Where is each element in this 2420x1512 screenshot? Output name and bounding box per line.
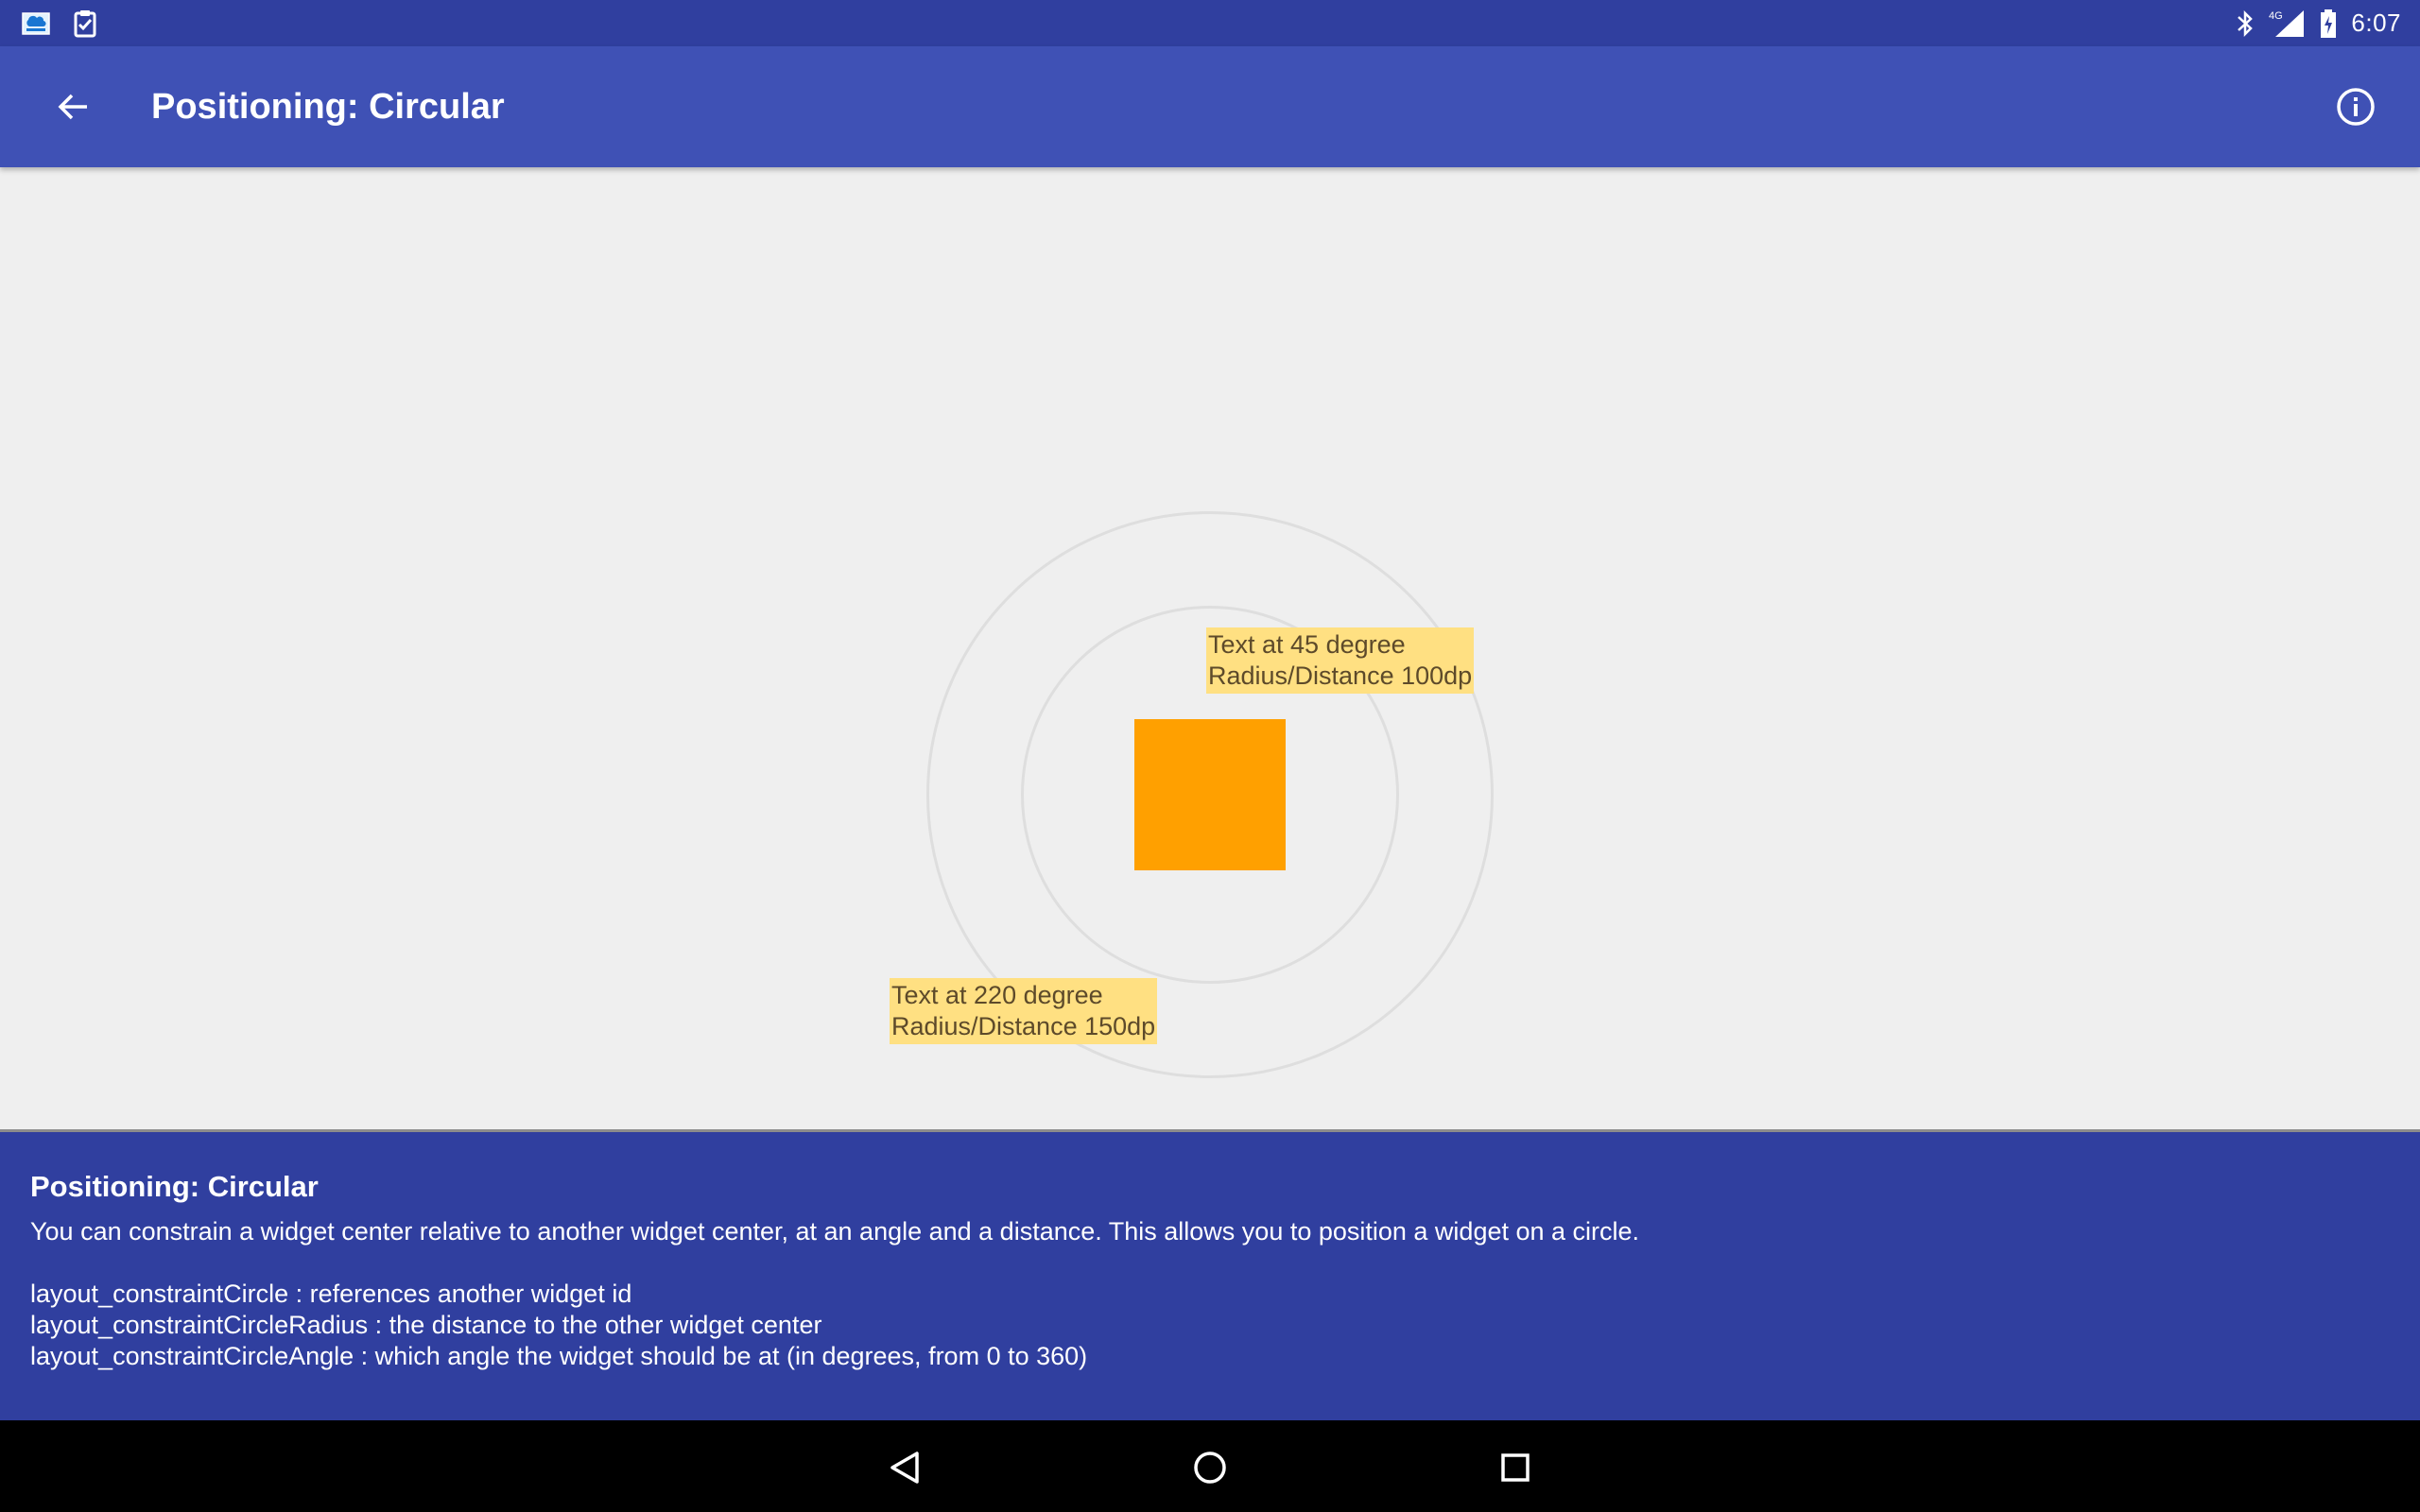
page-title: Positioning: Circular <box>151 87 505 127</box>
label-45-degree: Text at 45 degree Radius/Distance 100dp <box>1206 627 1475 694</box>
center-widget <box>1134 719 1286 870</box>
description-title: Positioning: Circular <box>30 1170 319 1203</box>
clock: 6:07 <box>2351 9 2401 37</box>
app-toolbar: Positioning: Circular <box>0 46 2420 167</box>
label-45-line2: Radius/Distance 100dp <box>1208 662 1473 690</box>
battery-charging-icon <box>2321 9 2337 38</box>
status-bar: 4G 6:07 <box>0 0 2420 46</box>
home-circle-icon <box>1194 1452 1226 1484</box>
bluetooth-icon <box>2238 9 2254 37</box>
system-status: 4G 6:07 <box>2236 0 2401 46</box>
attribute-line: layout_constraintCircle : references ano… <box>30 1280 632 1308</box>
label-45-line1: Text at 45 degree <box>1208 630 1406 659</box>
info-icon <box>2337 88 2375 126</box>
label-220-line2: Radius/Distance 150dp <box>891 1012 1156 1040</box>
label-220-line1: Text at 220 degree <box>891 981 1103 1009</box>
back-triangle-icon <box>890 1452 919 1484</box>
recents-square-icon <box>1501 1453 1530 1482</box>
demo-area: Text at 45 degree Radius/Distance 100dp … <box>0 167 2420 1129</box>
attribute-line: layout_constraintCircleRadius : the dist… <box>30 1311 822 1339</box>
navigation-bar <box>0 1420 2420 1512</box>
description-text: You can constrain a widget center relati… <box>30 1217 1640 1246</box>
arrow-left-icon <box>58 94 87 120</box>
clipboard-check-icon <box>74 10 96 38</box>
nav-recents-button[interactable] <box>1478 1430 1553 1505</box>
nav-home-button[interactable] <box>1172 1430 1248 1505</box>
app-store-icon <box>22 12 50 35</box>
screen: 4G 6:07 Positioning: Circular Text at 45… <box>0 0 2420 1512</box>
label-220-degree: Text at 220 degree Radius/Distance 150dp <box>890 978 1158 1044</box>
back-button[interactable] <box>38 71 110 143</box>
notification-icons <box>21 9 100 39</box>
info-button[interactable] <box>2320 71 2392 143</box>
attribute-line: layout_constraintCircleAngle : which ang… <box>30 1342 1088 1370</box>
attribute-list: layout_constraintCircle : references ano… <box>30 1279 1087 1372</box>
description-panel: Positioning: Circular You can constrain … <box>0 1129 2420 1420</box>
svg-text:4G: 4G <box>2269 10 2283 22</box>
signal-4g-icon: 4G <box>2269 9 2305 37</box>
nav-back-button[interactable] <box>867 1430 942 1505</box>
